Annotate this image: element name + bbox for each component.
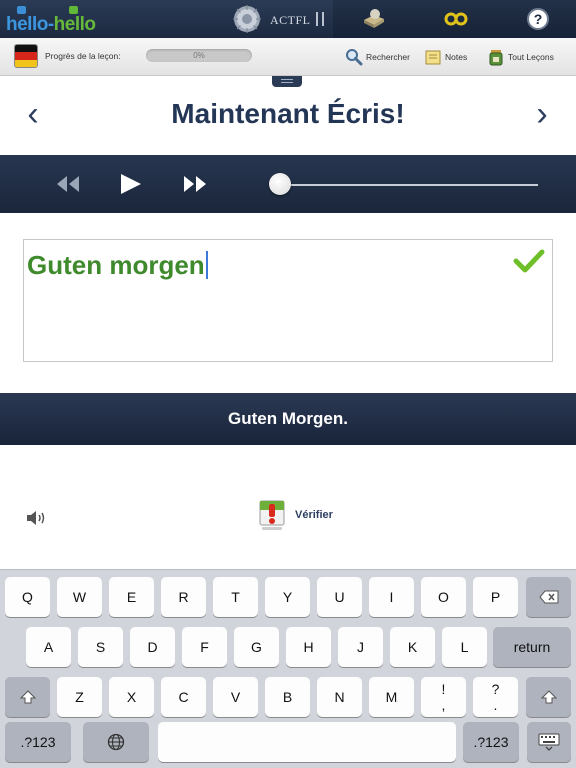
key-return[interactable]: return (493, 627, 571, 667)
german-flag-icon[interactable] (14, 44, 38, 68)
verify-label: Vérifier (295, 509, 333, 521)
svg-text:?: ? (534, 11, 543, 27)
rewind-icon[interactable] (55, 172, 81, 196)
key-n[interactable]: N (317, 677, 362, 717)
shift-icon (540, 690, 557, 704)
key-i[interactable]: I (369, 577, 414, 617)
verify-button[interactable]: Vérifier (257, 498, 333, 532)
correct-answer-bar: Guten Morgen. (0, 393, 576, 445)
key-g[interactable]: G (234, 627, 279, 667)
previous-button[interactable]: ‹ (18, 97, 48, 133)
key-globe[interactable] (83, 722, 149, 762)
search-label: Rechercher (366, 52, 410, 62)
logo-bubble-green (69, 6, 78, 14)
search-button[interactable]: Rechercher (345, 46, 410, 68)
correct-answer-text: Guten Morgen. (228, 409, 348, 428)
key-w[interactable]: W (57, 577, 102, 617)
key-question-period[interactable]: ?. (473, 677, 518, 717)
verify-exclamation-icon (259, 500, 285, 530)
key-exclaim-comma[interactable]: !, (421, 677, 466, 717)
key-f[interactable]: F (182, 627, 227, 667)
key-a[interactable]: A (26, 627, 71, 667)
all-lessons-button[interactable]: Tout Leçons (487, 46, 554, 68)
key-j[interactable]: J (338, 627, 383, 667)
key-s[interactable]: S (78, 627, 123, 667)
key-x[interactable]: X (109, 677, 154, 717)
backspace-icon (538, 590, 558, 604)
hide-keyboard-icon (538, 733, 560, 751)
key-v[interactable]: V (213, 677, 258, 717)
key-p[interactable]: P (473, 577, 518, 617)
exercise-header: ‹ Maintenant Écris! › (0, 77, 576, 155)
key-c[interactable]: C (161, 677, 206, 717)
key-d[interactable]: D (130, 627, 175, 667)
audio-seek-track[interactable] (280, 184, 538, 186)
key-y[interactable]: Y (265, 577, 310, 617)
key-backspace[interactable] (526, 577, 571, 617)
lesson-toolbar: Progrès de la leçon: 0% Rechercher Notes… (0, 38, 576, 76)
key-space[interactable] (158, 722, 456, 762)
play-icon[interactable] (118, 172, 144, 196)
onscreen-keyboard: Q W E R T Y U I O P A S D F G H J K Lreturn Z X C V B N M!,?. .?12… (0, 569, 576, 768)
actfl-badge[interactable]: ACTFL (230, 4, 330, 34)
key-exclaim-comma-primary: ! (441, 681, 446, 697)
logo-bubble-blue (17, 6, 26, 14)
key-o[interactable]: O (421, 577, 466, 617)
magnifier-icon (346, 49, 363, 66)
help-icon[interactable]: ? (525, 6, 551, 32)
answer-input-text: Guten morgen (27, 250, 205, 280)
lesson-progress-bar: 0% (146, 49, 252, 62)
lessons-book-icon[interactable] (361, 6, 387, 32)
key-shift-left[interactable] (5, 677, 50, 717)
key-q[interactable]: Q (5, 577, 50, 617)
key-m[interactable]: M (369, 677, 414, 717)
key-r[interactable]: R (161, 577, 206, 617)
key-shift-right[interactable] (526, 677, 571, 717)
key-exclaim-comma-secondary: , (441, 697, 446, 713)
progress-label: Progrès de la leçon: (45, 51, 121, 61)
key-question-period-primary: ? (491, 681, 500, 697)
key-b[interactable]: B (265, 677, 310, 717)
next-button[interactable]: › (527, 97, 557, 133)
key-e[interactable]: E (109, 577, 154, 617)
notes-label: Notes (445, 52, 468, 62)
shift-icon (19, 690, 36, 704)
checkmark-icon (513, 249, 545, 273)
key-l[interactable]: L (442, 627, 487, 667)
glasses-icon[interactable] (443, 6, 469, 32)
answer-input[interactable]: Guten morgen (23, 239, 553, 362)
top-bar: hello-hello ACTFL ? (0, 0, 576, 38)
globe-icon (107, 733, 125, 751)
key-question-period-secondary: . (493, 697, 498, 713)
progress-value: 0% (193, 51, 205, 60)
key-z[interactable]: Z (57, 677, 102, 717)
key-u[interactable]: U (317, 577, 362, 617)
notes-button[interactable]: Notes (424, 46, 467, 68)
fast-forward-icon[interactable] (182, 172, 208, 196)
logo-text-part1: hello- (6, 14, 54, 35)
key-k[interactable]: K (390, 627, 435, 667)
logo-text-part2: hello (53, 14, 96, 35)
speaker-icon[interactable] (25, 509, 47, 527)
audio-seek-knob[interactable] (269, 173, 291, 195)
key-h[interactable]: H (286, 627, 331, 667)
text-caret (205, 251, 208, 279)
page-title: Maintenant Écris! (171, 98, 405, 129)
audio-player (0, 155, 576, 213)
actfl-label: ACTFL (270, 13, 311, 27)
notepad-icon (425, 50, 441, 65)
actfl-seal-icon (233, 5, 261, 33)
menu-bars-icon (316, 12, 324, 26)
top-right-panel: ? (333, 0, 576, 38)
key-hide-keyboard[interactable] (527, 722, 571, 762)
lessons-jar-icon (489, 50, 503, 66)
key-numbers-right[interactable]: .?123 (463, 722, 519, 762)
drawer-handle[interactable] (272, 76, 302, 87)
all-lessons-label: Tout Leçons (508, 52, 554, 62)
key-t[interactable]: T (213, 577, 258, 617)
app-logo[interactable]: hello-hello (6, 6, 106, 35)
key-numbers-left[interactable]: .?123 (5, 722, 71, 762)
